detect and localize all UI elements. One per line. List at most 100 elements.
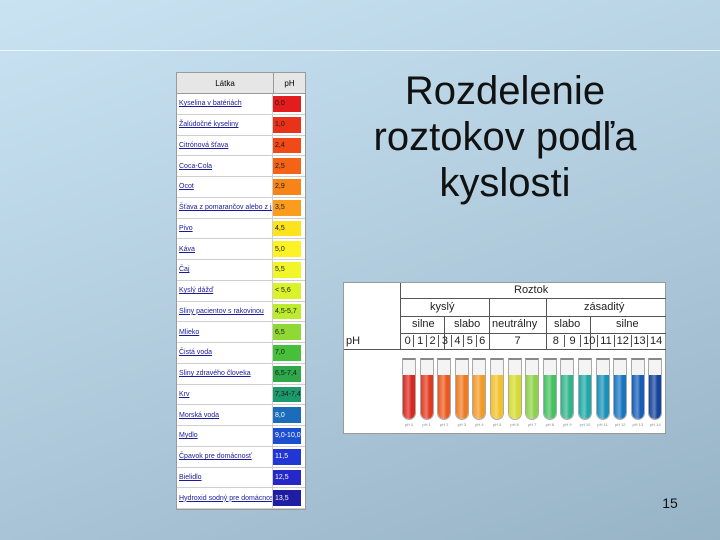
ph-digit: 13 — [630, 335, 648, 347]
tube-liquid — [420, 374, 433, 419]
test-tube — [578, 358, 592, 420]
tube-label: pH 4 — [475, 422, 484, 427]
ph-digit: 8 — [552, 335, 559, 347]
ph-value: 12,5 — [273, 469, 301, 486]
substance-link[interactable]: Ocot — [177, 177, 273, 197]
ph-table: Látka pH Kyselina v batériách 0,0 Žalúdočn… — [176, 72, 306, 510]
test-tube — [419, 358, 434, 420]
tube-liquid — [614, 374, 627, 419]
substance-link[interactable]: Čaj — [177, 260, 273, 280]
tube-label: pH 8 — [545, 422, 555, 427]
substance-link[interactable]: Mlieko — [177, 322, 273, 342]
substance-link[interactable]: Sliny pacientov s rakovinou — [177, 301, 273, 322]
substance-link[interactable]: Pivo — [177, 218, 273, 239]
ph-digit: 2 — [425, 335, 438, 347]
title-line-1: Rozdelenie — [404, 69, 606, 113]
grid-line — [400, 283, 401, 350]
tube-label: pH 3 — [457, 422, 467, 427]
ph-value: 6,5-7,4 — [273, 365, 301, 382]
ph-digit: 12 — [613, 335, 631, 347]
substance-link[interactable]: Krv — [177, 384, 273, 405]
ph-value: 3,5 — [273, 199, 301, 216]
table-row: Bielidlo 12,5 — [177, 467, 305, 489]
table-row: Čaj 5,5 — [177, 260, 305, 281]
substance-link[interactable]: Morská voda — [177, 405, 273, 425]
substance-link[interactable]: Čpavok pre domácnosť — [177, 446, 273, 467]
tube-label: pH 10 — [579, 422, 591, 427]
ph-digit: 14 — [647, 335, 664, 347]
ph-value: 5,5 — [273, 262, 301, 278]
table-row: Coca-Cola 2,5 — [177, 156, 305, 177]
tube-label: pH 11 — [597, 422, 608, 427]
test-tubes: pH 0 pH 1 pH 2 pH 3 pH 4 pH 5 pH 6 pH 7 pH 8 pH 9… — [402, 358, 663, 430]
ph-table-body: Kyselina v batériách 0,0 Žalúdočné kyselin… — [177, 94, 305, 509]
grid-line — [400, 298, 666, 299]
tube-label: pH 12 — [614, 422, 626, 427]
tube-liquid — [596, 374, 609, 419]
digits-base: 8 9 10 11 12 13 14 — [548, 335, 664, 347]
substance-link[interactable]: Čistá voda — [177, 343, 273, 363]
table-row: Morská voda 8,0 — [177, 405, 305, 426]
substance-link[interactable]: Žalúdočné kyseliny — [177, 114, 273, 135]
label-weak-acid: slabo — [454, 318, 481, 330]
table-row: Káva 5,0 — [177, 239, 305, 260]
ph-value: 2,9 — [273, 179, 301, 195]
substance-link[interactable]: Sliny zdravého človeka — [177, 363, 273, 384]
table-row: Pivo 4,5 — [177, 218, 305, 240]
test-tube — [630, 358, 645, 420]
ph-digit: 6 — [475, 335, 488, 347]
table-row: Krv7,34-7,45 — [177, 384, 305, 406]
ph-value: 6,5 — [273, 324, 301, 340]
tube-label: pH 5 — [492, 422, 502, 427]
table-row: Čpavok pre domácnosť 11,5 — [177, 446, 305, 468]
substance-link[interactable]: Citrónová šťava — [177, 135, 273, 156]
substance-link[interactable]: Mydlo — [177, 426, 273, 446]
substance-link[interactable]: Hydroxid sodný pre domácnosť — [177, 488, 273, 508]
tube-label: pH 14 — [650, 422, 661, 427]
substance-link[interactable]: Kyselina v batériách — [177, 94, 273, 114]
test-tube — [472, 358, 487, 420]
table-row: Hydroxid sodný pre domácnosť 13,5 — [177, 488, 305, 509]
ph-value: 1,0 — [273, 116, 301, 133]
label-strong-base: silne — [616, 318, 639, 330]
digit-neutral: 7 — [514, 335, 521, 347]
tube-label: pH 1 — [422, 422, 431, 427]
test-tube — [525, 358, 540, 420]
label-ph: pH — [346, 335, 361, 347]
table-row: Šťava z pomarančov alebo z jabĺk3,5 — [177, 197, 305, 219]
table-row: Mydlo 9,0-10,0 — [177, 426, 305, 447]
tube-label: pH 2 — [439, 422, 449, 427]
tube-liquid — [473, 374, 486, 419]
label-solution: Roztok — [514, 284, 549, 296]
ph-value: 7,0 — [273, 345, 301, 361]
header-substance: Látka — [177, 73, 274, 93]
substance-link[interactable]: Coca-Cola — [177, 156, 273, 176]
header-ph: pH — [284, 78, 295, 88]
tube-liquid — [403, 374, 415, 419]
substance-link[interactable]: Kyslý dážď — [177, 280, 273, 301]
tube-label: pH 9 — [563, 422, 572, 427]
test-tube — [560, 358, 575, 420]
test-tube — [437, 358, 452, 420]
substance-link[interactable]: Káva — [177, 239, 273, 259]
ph-value: 4,5-5,7 — [273, 303, 301, 320]
digits-neutral: 7 — [489, 335, 546, 347]
ph-value: 0,0 — [273, 96, 301, 112]
label-strong-acid: silne — [412, 318, 435, 330]
substance-link[interactable]: Bielidlo — [177, 467, 273, 488]
ph-digit: 5 — [463, 335, 475, 347]
test-tube — [542, 358, 557, 420]
test-tube — [595, 358, 610, 420]
ph-value: 11,5 — [273, 448, 301, 465]
ph-digit: 4 — [450, 335, 463, 347]
test-tube — [402, 358, 416, 420]
test-tube — [454, 358, 469, 420]
label-acidic: kyslý — [430, 301, 455, 313]
ph-digit: 9 — [563, 335, 581, 347]
tube-liquid — [526, 374, 539, 419]
substance-link[interactable]: Šťava z pomarančov alebo z jabĺk — [177, 197, 273, 218]
tube-liquid — [455, 374, 468, 419]
ph-digit: 10 — [580, 335, 597, 347]
grid-line — [546, 298, 547, 350]
ph-table-header: Látka pH — [177, 73, 305, 94]
